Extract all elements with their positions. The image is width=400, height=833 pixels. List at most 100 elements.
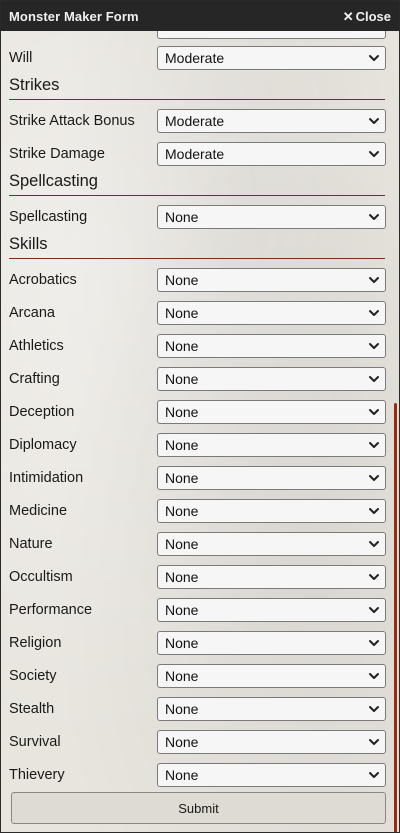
skill-select-nature[interactable]: None — [157, 532, 386, 556]
chevron-down-icon — [369, 343, 379, 349]
skill-select-performance[interactable]: None — [157, 598, 386, 622]
spellcasting-select[interactable]: None — [157, 205, 386, 229]
chevron-down-icon — [369, 55, 379, 61]
section-title-spellcasting: Spellcasting — [9, 172, 98, 190]
skill-select-value: None — [165, 536, 199, 552]
skill-label: Crafting — [9, 371, 60, 387]
section-spellcasting: Spellcasting — [9, 170, 385, 196]
skill-select-value: None — [165, 503, 199, 519]
skill-select-value: None — [165, 305, 199, 321]
title-bar: Monster Maker Form ✕ Close — [1, 1, 399, 31]
skill-select-value: None — [165, 668, 199, 684]
will-label: Will — [9, 50, 33, 66]
skill-select-crafting[interactable]: None — [157, 367, 386, 391]
skill-label: Medicine — [9, 503, 68, 519]
skill-select-deception[interactable]: None — [157, 400, 386, 424]
skill-row-acrobatics: Acrobatics None — [9, 267, 386, 293]
skill-label: Diplomacy — [9, 437, 77, 453]
close-icon: ✕ — [342, 8, 354, 24]
skill-label: Nature — [9, 536, 53, 552]
skill-select-value: None — [165, 338, 199, 354]
strike-damage-select-value: Moderate — [165, 146, 225, 162]
submit-button[interactable]: Submit — [11, 792, 386, 824]
field-row-spellcasting: Spellcasting None — [9, 204, 386, 230]
skill-row-performance: Performance None — [9, 597, 386, 623]
skill-select-value: None — [165, 602, 199, 618]
strike-attack-bonus-select[interactable]: Moderate — [157, 109, 386, 133]
skill-label: Athletics — [9, 338, 64, 354]
field-row-will: Will Moderate — [9, 45, 386, 71]
skill-select-diplomacy[interactable]: None — [157, 433, 386, 457]
chevron-down-icon — [369, 574, 379, 580]
skill-select-religion[interactable]: None — [157, 631, 386, 655]
skill-select-value: None — [165, 635, 199, 651]
skill-select-value: None — [165, 569, 199, 585]
skill-select-society[interactable]: None — [157, 664, 386, 688]
skill-label: Society — [9, 668, 57, 684]
chevron-down-icon — [369, 409, 379, 415]
skill-row-survival: Survival None — [9, 729, 386, 755]
skill-select-arcana[interactable]: None — [157, 301, 386, 325]
field-row-strike-attack-bonus: Strike Attack Bonus Moderate — [9, 108, 386, 134]
chevron-down-icon — [369, 118, 379, 124]
chevron-down-icon — [369, 214, 379, 220]
strike-damage-select[interactable]: Moderate — [157, 142, 386, 166]
skill-select-value: None — [165, 734, 199, 750]
skill-label: Religion — [9, 635, 62, 651]
skill-select-value: None — [165, 437, 199, 453]
skill-label: Occultism — [9, 569, 73, 585]
skill-select-thievery[interactable]: None — [157, 763, 386, 787]
skill-select-occultism[interactable]: None — [157, 565, 386, 589]
skill-row-religion: Religion None — [9, 630, 386, 656]
skill-select-survival[interactable]: None — [157, 730, 386, 754]
skill-label: Arcana — [9, 305, 55, 321]
window-title: Monster Maker Form — [9, 8, 139, 24]
scrollbar-thumb[interactable] — [394, 403, 397, 832]
chevron-down-icon — [369, 376, 379, 382]
strike-attack-bonus-select-value: Moderate — [165, 113, 225, 129]
skill-row-diplomacy: Diplomacy None — [9, 432, 386, 458]
skill-label: Acrobatics — [9, 272, 77, 288]
chevron-down-icon — [369, 541, 379, 547]
skill-select-athletics[interactable]: None — [157, 334, 386, 358]
close-label: Close — [355, 8, 391, 24]
skill-row-nature: Nature None — [9, 531, 386, 557]
skill-row-society: Society None — [9, 663, 386, 689]
skill-select-value: None — [165, 371, 199, 387]
spellcasting-select-value: None — [165, 209, 199, 225]
skill-row-thievery: Thievery None — [9, 762, 386, 788]
will-select[interactable]: Moderate — [157, 46, 386, 70]
chevron-down-icon — [369, 277, 379, 283]
chevron-down-icon — [369, 706, 379, 712]
section-title-strikes: Strikes — [9, 76, 60, 94]
will-select-value: Moderate — [165, 50, 225, 66]
skill-select-value: None — [165, 767, 199, 783]
form-scroll-area[interactable]: Will Moderate Strikes Strike Attack Bonu… — [1, 31, 399, 832]
chevron-down-icon — [369, 673, 379, 679]
chevron-down-icon — [369, 607, 379, 613]
skill-label: Deception — [9, 404, 75, 420]
skill-select-stealth[interactable]: None — [157, 697, 386, 721]
section-divider — [9, 99, 385, 100]
skill-label: Thievery — [9, 767, 65, 783]
skill-label: Intimidation — [9, 470, 84, 486]
skill-select-intimidation[interactable]: None — [157, 466, 386, 490]
field-row-strike-damage: Strike Damage Moderate — [9, 141, 386, 167]
chevron-down-icon — [369, 475, 379, 481]
close-button[interactable]: ✕ Close — [343, 9, 391, 24]
chevron-down-icon — [369, 640, 379, 646]
skill-row-deception: Deception None — [9, 399, 386, 425]
skill-label: Stealth — [9, 701, 55, 717]
chevron-down-icon — [369, 151, 379, 157]
skill-select-medicine[interactable]: None — [157, 499, 386, 523]
skill-select-value: None — [165, 470, 199, 486]
previous-field-select[interactable] — [157, 31, 386, 39]
skill-label: Survival — [9, 734, 61, 750]
skill-row-stealth: Stealth None — [9, 696, 386, 722]
skill-row-athletics: Athletics None — [9, 333, 386, 359]
section-divider — [9, 195, 385, 196]
strike-attack-bonus-label: Strike Attack Bonus — [9, 113, 135, 129]
chevron-down-icon — [369, 772, 379, 778]
skill-select-acrobatics[interactable]: None — [157, 268, 386, 292]
section-strikes: Strikes — [9, 74, 385, 100]
